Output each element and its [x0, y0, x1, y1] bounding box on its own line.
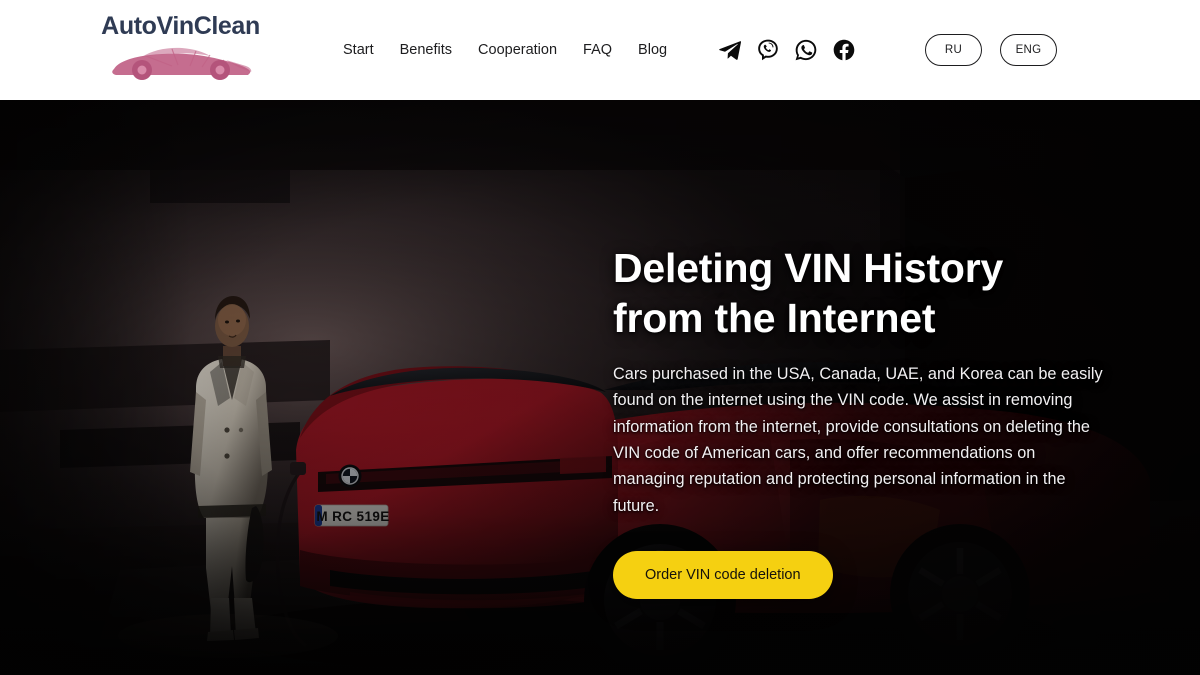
main-navigation: Start Benefits Cooperation FAQ Blog	[343, 0, 667, 100]
sports-car-icon	[111, 47, 251, 80]
language-switcher: RU ENG	[925, 0, 1057, 100]
hero-section: M RC 519E	[0, 100, 1200, 675]
viber-icon[interactable]	[756, 38, 780, 62]
logo-text: AutoVinClean	[101, 12, 260, 40]
social-links	[718, 0, 856, 100]
facebook-icon[interactable]	[832, 38, 856, 62]
lang-button-ru[interactable]: RU	[925, 34, 982, 66]
nav-item-benefits[interactable]: Benefits	[400, 42, 452, 58]
site-header: AutoVinClean Start Benefits Cooperation	[0, 0, 1200, 100]
whatsapp-icon[interactable]	[794, 38, 818, 62]
telegram-icon[interactable]	[718, 38, 742, 62]
hero-title: Deleting VIN History from the Internet	[613, 245, 1004, 342]
logo[interactable]: AutoVinClean	[88, 14, 273, 86]
nav-item-faq[interactable]: FAQ	[583, 42, 612, 58]
lang-button-eng[interactable]: ENG	[1000, 34, 1057, 66]
nav-item-start[interactable]: Start	[343, 42, 374, 58]
hero-description: Cars purchased in the USA, Canada, UAE, …	[613, 364, 1103, 515]
nav-item-cooperation[interactable]: Cooperation	[478, 42, 557, 58]
hero-content: Deleting VIN History from the Internet C…	[613, 243, 1113, 600]
landing-page: AutoVinClean Start Benefits Cooperation	[0, 0, 1200, 675]
order-vin-deletion-button[interactable]: Order VIN code deletion	[613, 551, 833, 600]
nav-item-blog[interactable]: Blog	[638, 42, 667, 58]
